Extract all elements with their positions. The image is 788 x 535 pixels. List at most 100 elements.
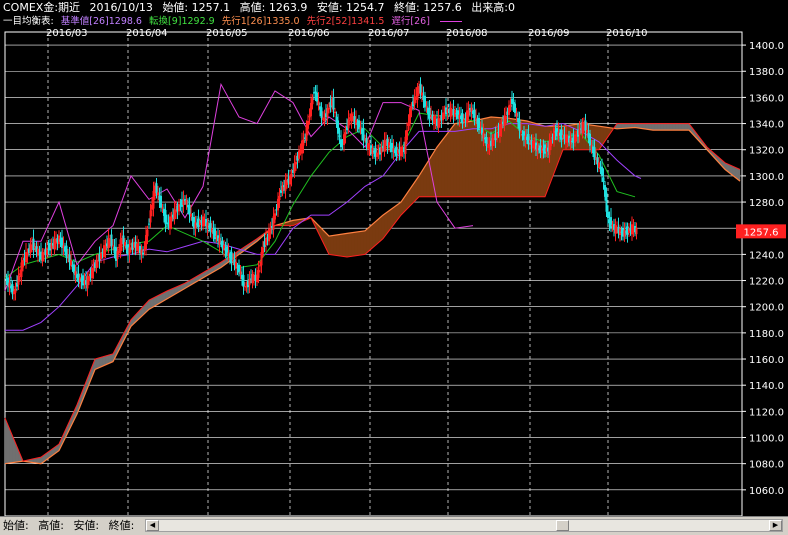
- candle-body: [408, 123, 410, 125]
- cloud-segment: [680, 124, 682, 131]
- candle-body: [424, 96, 426, 108]
- cloud-segment: [679, 124, 681, 131]
- cloud-segment: [665, 124, 667, 131]
- candle-body: [93, 268, 95, 271]
- candle-body: [406, 130, 408, 140]
- cloud-segment: [373, 223, 375, 248]
- cloud-segment: [670, 124, 672, 131]
- span-b-line: [5, 124, 740, 462]
- candle-body: [240, 272, 242, 275]
- candle-body: [508, 106, 510, 115]
- y-tick-label: 1160.0: [749, 355, 784, 366]
- cloud-segment: [8, 425, 10, 463]
- cloud-segment: [658, 124, 660, 131]
- plot-border: [5, 32, 742, 516]
- cloud-segment: [397, 204, 399, 221]
- y-tick-label: 1220.0: [749, 277, 784, 288]
- candle-body: [307, 121, 309, 129]
- candle-body: [162, 208, 164, 209]
- candle-body: [279, 196, 281, 200]
- cloud-segment: [367, 228, 369, 253]
- cloud-segment: [365, 230, 367, 255]
- candle-body: [157, 192, 159, 195]
- cloud-segment: [655, 124, 657, 131]
- cloud-segment: [424, 166, 426, 197]
- cloud-segment: [506, 118, 508, 197]
- span-a-line: [5, 117, 740, 464]
- candle-body: [277, 199, 279, 211]
- status-open-label: 始値:: [3, 519, 29, 532]
- cloud-segment: [10, 429, 12, 463]
- candle-body: [27, 252, 29, 255]
- x-tick-label: 2016/08: [446, 28, 488, 39]
- candle-body: [631, 224, 633, 234]
- cloud-segment: [440, 141, 442, 197]
- legend-kijun: 基準値[26]1298.6: [61, 16, 142, 27]
- candle-body: [144, 249, 146, 250]
- cloud-segment: [40, 457, 42, 464]
- candle-body: [265, 238, 267, 245]
- x-tick-label: 2016/06: [288, 28, 330, 39]
- cloud-segment: [368, 227, 370, 252]
- grid: [5, 32, 742, 516]
- open-value: 始値: 1257.1: [162, 1, 230, 14]
- candle-body: [337, 120, 339, 133]
- scroll-right-icon[interactable]: ▶: [769, 520, 782, 531]
- candle-body: [610, 217, 612, 228]
- cloud-segment: [347, 233, 349, 257]
- cloud-segment: [437, 145, 439, 197]
- cloud-segment: [451, 127, 453, 196]
- candle-body: [585, 120, 587, 130]
- cloud-segment: [599, 126, 601, 150]
- legend-chikou-swatch: [440, 21, 462, 22]
- candle-body: [589, 134, 591, 146]
- cloud-segment: [353, 232, 355, 256]
- cloud-segment: [98, 358, 100, 368]
- cloud-segment: [95, 359, 97, 370]
- cloud-segment: [445, 135, 447, 196]
- candle-body: [105, 246, 107, 250]
- scroll-thumb[interactable]: [556, 520, 569, 531]
- candle-body: [483, 133, 485, 139]
- cloud-segment: [386, 212, 388, 235]
- candle-body: [327, 108, 329, 117]
- cloud-segment: [602, 127, 604, 146]
- cloud-segment: [383, 214, 385, 239]
- cloud-segment: [106, 356, 108, 365]
- candle-body: [510, 105, 512, 107]
- candle-body: [262, 247, 264, 253]
- candle-body: [190, 214, 192, 217]
- cloud-segment: [737, 168, 739, 180]
- cloud-segment: [448, 131, 450, 196]
- cloud-segment: [97, 358, 99, 369]
- candle-body: [178, 204, 180, 211]
- horizontal-scrollbar[interactable]: ◀ ▶: [145, 519, 783, 532]
- ichimoku-chart: 1060.01080.01100.01120.01140.01160.01180…: [0, 28, 788, 516]
- cloud-segment: [620, 124, 622, 129]
- candle-body: [111, 234, 113, 246]
- candle-body: [420, 84, 422, 94]
- cloud-segment: [466, 122, 468, 197]
- candle-body: [291, 174, 293, 178]
- candle-body: [298, 151, 300, 159]
- cloud-segment: [683, 124, 685, 131]
- x-tick-label: 2016/03: [46, 28, 88, 39]
- cloud-segment: [598, 126, 600, 150]
- cloud-segment: [344, 234, 346, 257]
- cloud-segment: [463, 122, 465, 197]
- candle-body: [550, 140, 552, 146]
- y-tick-label: 1300.0: [749, 172, 784, 183]
- candle-body: [117, 251, 119, 259]
- cloud-segment: [38, 457, 40, 463]
- cloud-segment: [413, 182, 415, 202]
- cloud-segment: [370, 226, 372, 251]
- scroll-left-icon[interactable]: ◀: [146, 520, 159, 531]
- candle-body: [321, 107, 323, 118]
- cloud-segment: [650, 124, 652, 130]
- cloud-segment: [530, 122, 532, 197]
- candle-body: [42, 252, 44, 261]
- candle-body: [426, 106, 428, 107]
- cloud-segment: [472, 121, 474, 197]
- cloud-segment: [652, 124, 654, 131]
- last-price-label: 1257.6: [744, 227, 779, 238]
